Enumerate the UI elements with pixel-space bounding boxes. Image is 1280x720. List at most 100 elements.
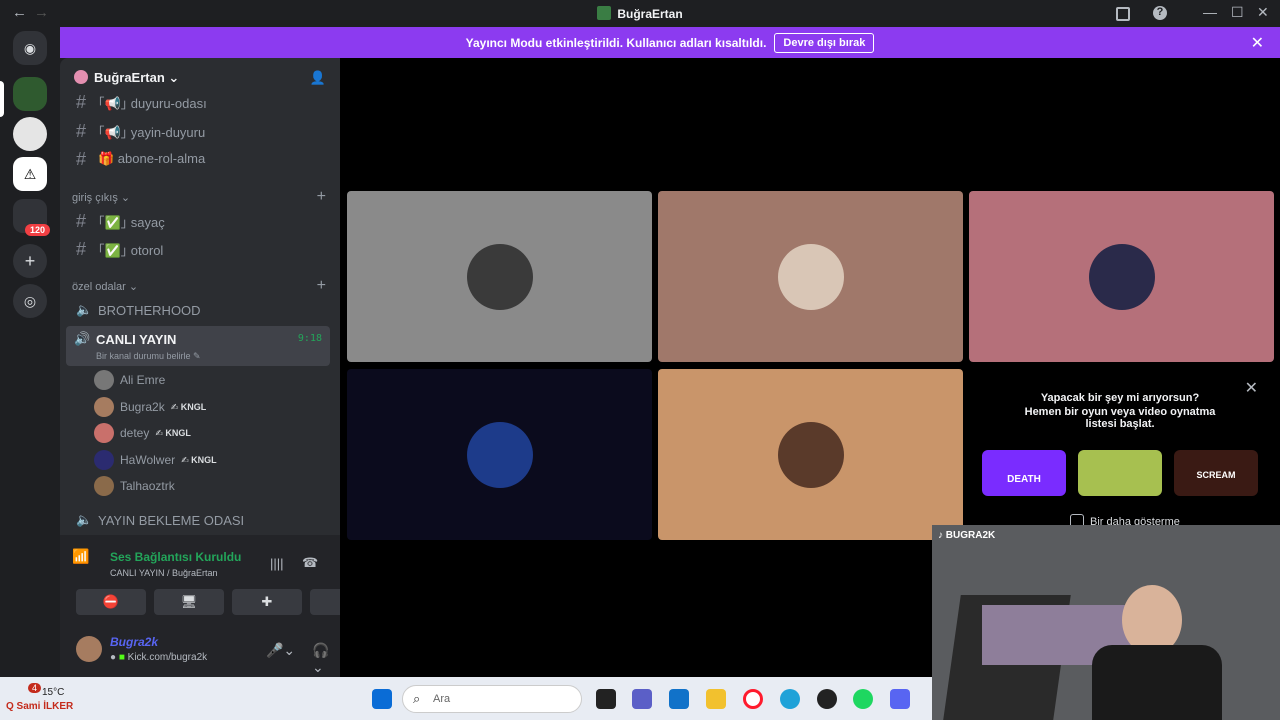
voice-channel-bekleme[interactable]: 🔈 YAYIN BEKLEME ODASI (70, 507, 330, 533)
task-view-icon[interactable] (596, 689, 616, 709)
channel-hash-icon: # (76, 91, 87, 112)
server-icon-bugraertan[interactable] (13, 77, 47, 111)
game-card-scream[interactable]: SCREAM (1174, 450, 1258, 496)
screen-share-icon: 🖥 (180, 594, 198, 609)
avatar (94, 397, 114, 417)
user-name[interactable]: Bugra2k (110, 635, 158, 649)
participant-tile[interactable] (347, 191, 652, 362)
maximize-button[interactable]: ☐ (1231, 4, 1244, 21)
avatar (94, 370, 114, 390)
discord-taskbar-icon[interactable] (890, 689, 910, 709)
spotify-icon[interactable] (853, 689, 873, 709)
avatar (94, 423, 114, 443)
participant-avatar (777, 243, 844, 310)
channel-otorol[interactable]: # ｢✅｣ otorol (70, 236, 330, 262)
category-giris-cikis[interactable]: giriş çıkış ⌄ + (72, 188, 328, 206)
obs-icon[interactable] (817, 689, 837, 709)
voice-connected-status[interactable]: Ses Bağlantısı Kuruldu (110, 550, 241, 564)
invite-user-icon[interactable]: 👤 (310, 70, 326, 86)
file-explorer-icon[interactable] (706, 689, 726, 709)
channel-sayac[interactable]: # ｢✅｣ sayaç (70, 208, 330, 234)
channel-status-text[interactable]: Bir kanal durumu belirle ✎ (96, 351, 201, 362)
windows-taskbar: 4 15°C Q Sami İLKER ⌕ Ara (0, 677, 932, 720)
search-icon: ⌕ (413, 691, 421, 706)
game-card-farm[interactable] (1078, 450, 1162, 496)
edge-icon[interactable] (780, 689, 800, 709)
windows-start-icon[interactable] (372, 689, 392, 709)
channel-abone-rol[interactable]: # 🎁 abone-rol-alma (70, 146, 330, 172)
close-button[interactable]: ✕ (1257, 4, 1269, 21)
role-tag: ✍ KNGL (155, 427, 191, 438)
speaker-active-icon: 🔊 (74, 331, 91, 346)
help-icon[interactable]: ? (1153, 6, 1167, 20)
role-tag: ✍ KNGL (181, 454, 217, 465)
noise-suppression-icon[interactable]: |||| (270, 556, 284, 571)
discord-home-icon[interactable]: ◉ (13, 31, 47, 65)
participant-avatar (466, 421, 533, 488)
headphones-icon[interactable]: 🎧⌄ (312, 642, 340, 676)
store-icon[interactable] (669, 689, 689, 709)
user-avatar[interactable] (76, 636, 102, 662)
banner-text: Yayıncı Modu etkinleştirildi. Kullanıcı … (465, 35, 767, 50)
microphone-icon[interactable]: 🎤⌄ (266, 642, 295, 659)
voice-channel-canli-yayin[interactable]: 🔊 CANLI YAYIN 9:18 Bir kanal durumu beli… (66, 326, 330, 366)
opera-icon[interactable] (743, 689, 763, 709)
voice-connected-location[interactable]: CANLI YAYIN / BuğraErtan (110, 568, 218, 578)
add-channel-icon[interactable]: + (317, 188, 326, 206)
taskbar-search[interactable]: ⌕ Ara (402, 685, 582, 713)
voice-member[interactable]: detey ✍ KNGL (94, 423, 191, 443)
banner-close-icon[interactable]: ✕ (1251, 33, 1264, 53)
role-tag: ✍ KNGL (170, 401, 207, 412)
minimize-button[interactable]: — (1203, 4, 1217, 20)
channel-hash-icon: # (76, 120, 87, 141)
participant-tile[interactable] (658, 369, 963, 540)
participant-tile[interactable] (658, 191, 963, 362)
channel-duyuru[interactable]: # ｢📢｣ duyuru-odası (70, 90, 330, 114)
activities-button[interactable]: ✚ (232, 589, 302, 615)
speaker-icon: 🔈 (76, 302, 93, 317)
participant-avatar (1088, 243, 1155, 310)
server-icon-logo[interactable]: ⚠ (13, 157, 47, 191)
activity-promo: ✕ Yapacak bir şey mi arıyorsun? Hemen bi… (970, 378, 1270, 528)
participant-tile[interactable] (347, 369, 652, 540)
avatar (94, 476, 114, 496)
camera-off-button[interactable]: ⛔ (76, 589, 146, 615)
voice-member[interactable]: HaWolwer ✍ KNGL (94, 450, 217, 470)
unread-badge: 120 (25, 224, 51, 236)
channel-sidebar: BuğraErtan ⌄ 👤 # ｢📢｣ duyuru-odası # ｢📢｣ ya… (60, 58, 380, 678)
add-channel-icon[interactable]: + (317, 277, 326, 295)
participant-tile[interactable] (969, 191, 1274, 362)
selected-pill (0, 81, 4, 117)
disconnect-icon[interactable]: ☎ (302, 555, 318, 571)
channel-yayin-duyuru[interactable]: # ｢📢｣ yayin-duyuru (70, 118, 330, 144)
category-ozel-odalar[interactable]: özel odalar ⌄ + (72, 277, 328, 295)
channel-hash-icon: # (76, 238, 87, 259)
voice-timer: 9:18 (297, 333, 322, 344)
voice-member[interactable]: Bugra2k ✍ KNGL (94, 397, 206, 417)
server-icon-avatar[interactable] (13, 117, 47, 151)
avatar (94, 450, 114, 470)
weather-badge: 4 (28, 683, 42, 693)
person-body (1092, 645, 1222, 720)
game-card-death[interactable]: DEATH (982, 450, 1066, 496)
webcam-overlay: ♪ BUGRA2K (932, 525, 1280, 720)
add-server-icon[interactable]: + (13, 244, 47, 278)
camera-off-icon: ⛔ (102, 594, 120, 609)
screen-share-button[interactable]: 🖥 (154, 589, 224, 615)
participant-avatar (466, 243, 533, 310)
connection-icon: 📶 (72, 548, 90, 564)
voice-member[interactable]: Talhaoztrk (94, 476, 175, 496)
discover-icon[interactable]: ◎ (13, 284, 47, 318)
promo-close-icon[interactable]: ✕ (1245, 378, 1258, 398)
channel-hash-icon: # (76, 210, 87, 231)
voice-channel-brotherhood[interactable]: 🔈 BROTHERHOOD (70, 297, 330, 323)
inbox-icon[interactable] (1116, 7, 1130, 21)
tiktok-handle: ♪ BUGRA2K (938, 530, 996, 541)
window-titlebar: ← → BuğraErtan ? — ☐ ✕ (0, 0, 1280, 27)
weather-label[interactable]: Q Sami İLKER (6, 701, 73, 712)
weather-temp[interactable]: 15°C (42, 687, 64, 698)
speaker-icon: 🔈 (76, 512, 93, 527)
teams-icon[interactable] (632, 689, 652, 709)
disable-streamer-mode-button[interactable]: Devre dışı bırak (774, 32, 875, 53)
voice-member[interactable]: Ali Emre (94, 370, 165, 390)
